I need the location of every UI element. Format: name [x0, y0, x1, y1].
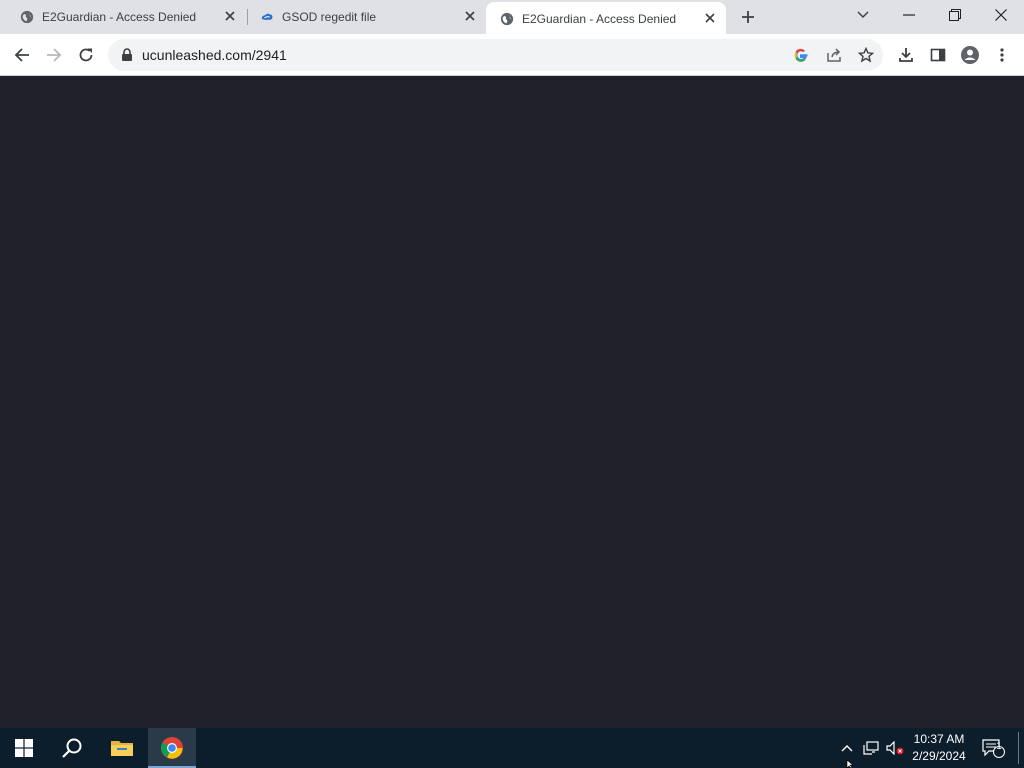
close-tab-icon[interactable]	[222, 8, 238, 24]
profile-avatar-icon	[961, 46, 979, 64]
back-arrow-icon	[14, 48, 29, 62]
share-icon	[827, 48, 841, 62]
downloads-button[interactable]	[890, 39, 922, 71]
close-window-button[interactable]	[978, 0, 1024, 30]
tab-title: GSOD regedit file	[282, 10, 377, 24]
volume-button[interactable]	[884, 728, 906, 768]
side-panel-icon	[930, 48, 946, 62]
tab-strip: E2Guardian - Access Denied GSOD regedit …	[0, 0, 1024, 34]
chrome-taskbar-button[interactable]	[148, 728, 196, 768]
action-center-button[interactable]: 1	[978, 728, 1008, 768]
page-content	[0, 77, 1024, 728]
minimize-button[interactable]	[886, 0, 932, 30]
tab-title: E2Guardian - Access Denied	[522, 12, 677, 26]
tab-e2guardian-1[interactable]: E2Guardian - Access Denied	[6, 0, 246, 34]
google-icon	[794, 48, 808, 62]
minimize-icon	[903, 14, 915, 16]
tab-title: E2Guardian - Access Denied	[42, 10, 197, 24]
browser-toolbar: ucunleashed.com/2941	[0, 34, 1024, 76]
restore-icon	[949, 9, 961, 21]
url-text[interactable]: ucunleashed.com/2941	[142, 47, 287, 63]
network-icon	[863, 741, 879, 755]
tab-e2guardian-2-active[interactable]: E2Guardian - Access Denied	[486, 2, 726, 34]
chevron-up-icon	[841, 745, 853, 752]
network-button[interactable]	[860, 728, 882, 768]
address-bar[interactable]: ucunleashed.com/2941	[108, 39, 883, 71]
clock-date: 2/29/2024	[912, 749, 966, 763]
taskbar-clock[interactable]: 10:37 AM 2/29/2024	[906, 731, 972, 765]
notification-count: 1	[996, 741, 1002, 752]
profile-button[interactable]	[954, 39, 986, 71]
reload-icon	[79, 48, 93, 62]
share-button[interactable]	[822, 43, 846, 67]
search-button[interactable]	[48, 728, 96, 768]
chrome-icon	[161, 737, 183, 759]
google-lens-button[interactable]	[789, 43, 813, 67]
back-button[interactable]	[6, 39, 38, 71]
plus-icon	[742, 11, 754, 23]
star-icon	[858, 47, 874, 63]
tab-gsod-regedit[interactable]: GSOD regedit file	[246, 0, 486, 34]
forward-arrow-icon	[47, 48, 62, 62]
kebab-menu-icon	[1000, 48, 1004, 62]
menu-button[interactable]	[986, 39, 1018, 71]
tab-search-button[interactable]	[840, 0, 886, 30]
cloud-icon	[261, 13, 273, 20]
close-icon	[995, 9, 1007, 21]
mouse-cursor-icon	[846, 760, 854, 768]
clock-time: 10:37 AM	[913, 732, 965, 746]
globe-icon	[500, 12, 514, 26]
volume-muted-icon	[886, 741, 904, 755]
reload-button[interactable]	[70, 39, 102, 71]
close-tab-icon[interactable]	[702, 10, 718, 26]
close-tab-icon[interactable]	[462, 8, 478, 24]
bookmark-button[interactable]	[854, 43, 878, 67]
restore-button[interactable]	[932, 0, 978, 30]
windows-logo-icon	[15, 739, 33, 757]
lock-icon[interactable]	[120, 48, 134, 62]
download-icon	[899, 48, 913, 62]
new-tab-button[interactable]	[736, 5, 760, 29]
forward-button[interactable]	[38, 39, 70, 71]
show-desktop-divider[interactable]	[1018, 732, 1019, 764]
start-button[interactable]	[0, 728, 48, 768]
globe-icon	[20, 10, 34, 24]
chevron-down-icon	[857, 11, 869, 19]
windows-taskbar: 10:37 AM 2/29/2024 1	[0, 728, 1024, 768]
file-explorer-button[interactable]	[98, 728, 146, 768]
folder-icon	[111, 741, 133, 756]
side-panel-button[interactable]	[922, 39, 954, 71]
search-icon	[62, 738, 82, 758]
